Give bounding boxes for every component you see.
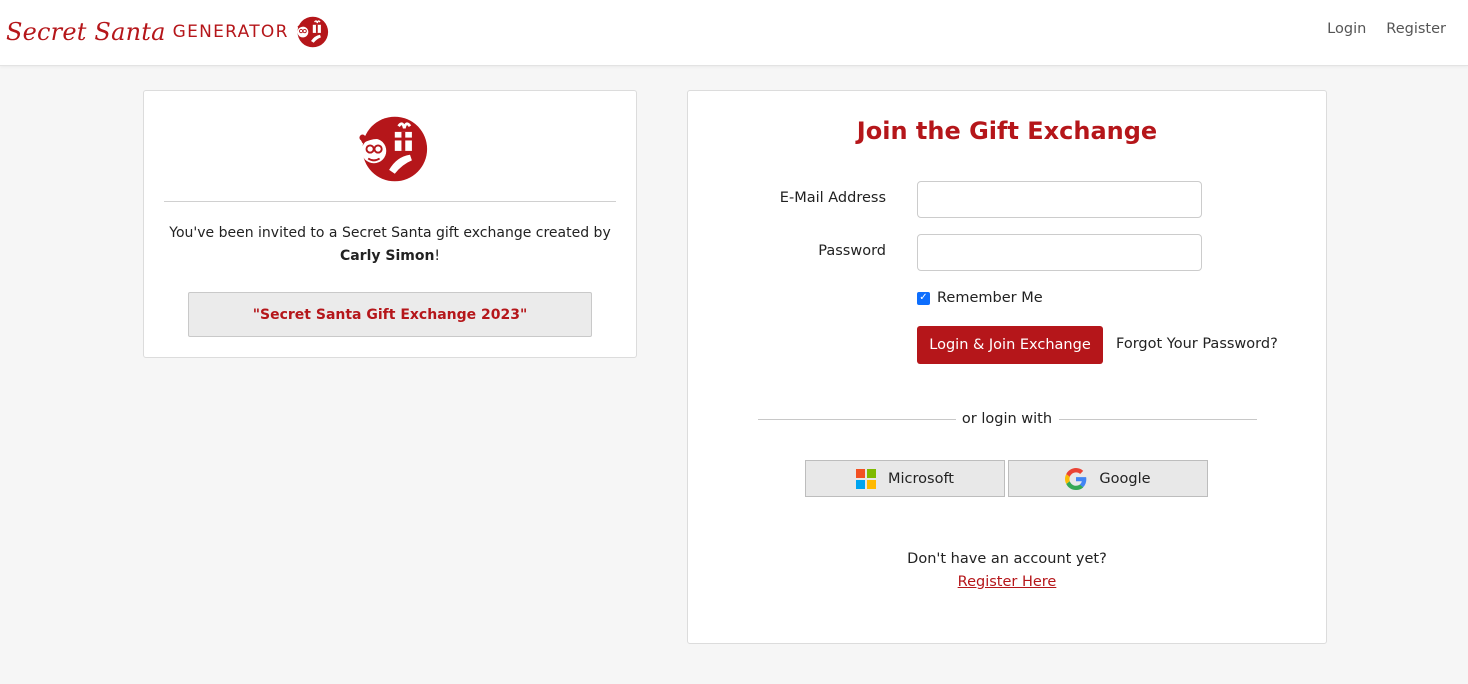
invite-card: You've been invited to a Secret Santa gi…: [143, 90, 637, 358]
remember-me-checkbox[interactable]: ✓: [917, 291, 930, 305]
google-icon: [1065, 467, 1087, 490]
santa-gift-logo-icon: [359, 116, 428, 182]
microsoft-icon: [856, 468, 876, 489]
forgot-password-link[interactable]: Forgot Your Password?: [1116, 336, 1278, 352]
invite-creator-name: Carly Simon: [339, 248, 435, 264]
email-label: E-Mail Address: [779, 190, 886, 206]
login-join-button[interactable]: Login & Join Exchange: [917, 326, 1103, 364]
invite-text-prefix: You've been invited to a Secret Santa gi…: [169, 225, 611, 241]
nav-links: Login Register: [1327, 21, 1446, 37]
microsoft-login-button[interactable]: Microsoft: [805, 460, 1005, 497]
email-field[interactable]: [917, 181, 1202, 218]
remember-me-label: Remember Me: [937, 290, 1043, 306]
register-here-link[interactable]: Register Here: [688, 574, 1326, 590]
nav-register-link[interactable]: Register: [1386, 21, 1446, 37]
divider-line-right: [1059, 419, 1257, 420]
invite-text-suffix: !: [434, 248, 441, 264]
brand-logo-link[interactable]: Secret Santa GENERATOR: [6, 12, 329, 52]
invite-message: You've been invited to a Secret Santa gi…: [154, 222, 626, 268]
password-field[interactable]: [917, 234, 1202, 271]
brand-generator-text: GENERATOR: [172, 22, 289, 42]
password-label: Password: [818, 243, 886, 259]
google-login-button[interactable]: Google: [1008, 460, 1208, 497]
login-title: Join the Gift Exchange: [856, 117, 1158, 145]
invite-divider: [164, 201, 616, 202]
navbar: Secret Santa GENERATOR Login Register: [0, 0, 1468, 66]
santa-gift-logo-icon: [297, 16, 328, 48]
microsoft-label: Microsoft: [888, 470, 954, 487]
google-label: Google: [1099, 470, 1151, 487]
login-card: Join the Gift Exchange E-Mail Address Pa…: [687, 90, 1327, 644]
brand-script-text: Secret Santa: [6, 18, 166, 46]
no-account-text: Don't have an account yet?: [907, 551, 1107, 567]
exchange-name-badge: "Secret Santa Gift Exchange 2023": [188, 292, 592, 337]
remember-me: ✓ Remember Me: [917, 290, 1043, 306]
nav-login-link[interactable]: Login: [1327, 21, 1366, 37]
